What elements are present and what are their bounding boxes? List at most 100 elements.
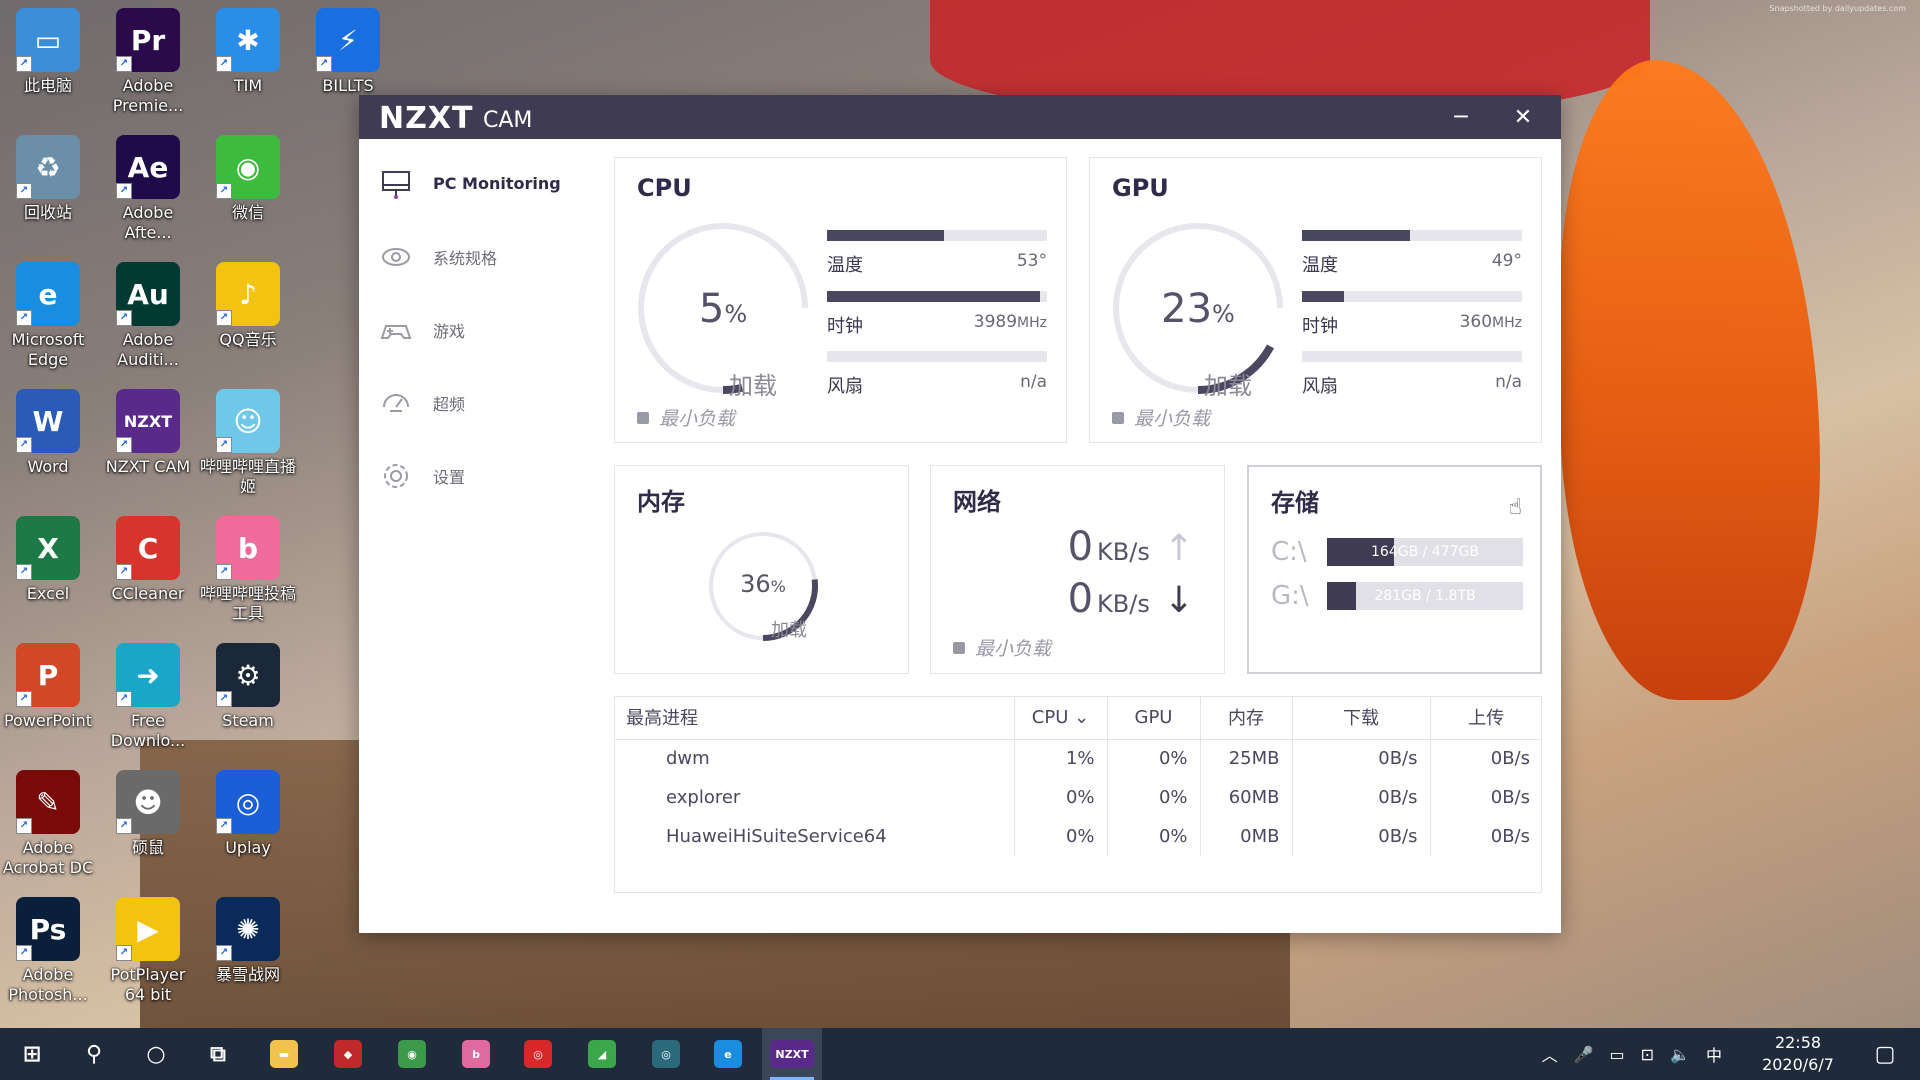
- qq-music-icon: ♪ ↗: [216, 262, 280, 326]
- desktop-icon[interactable]: P ↗ PowerPoint: [0, 643, 96, 731]
- netease-music-taskbar-button[interactable]: ◎: [508, 1028, 568, 1080]
- file-explorer-icon: ▬: [270, 1040, 298, 1068]
- cortana-taskbar-button[interactable]: ○: [126, 1028, 186, 1080]
- notification-icon[interactable]: ▢: [1860, 1028, 1910, 1080]
- desktop-icon[interactable]: ✱ ↗ TIM: [200, 8, 296, 96]
- table-row[interactable]: explorer 0% 0% 60MB 0B/s 0B/s: [614, 778, 1542, 817]
- minimize-button[interactable]: ─: [1431, 95, 1491, 139]
- drive-usage-text: 164GB / 477GB: [1371, 544, 1479, 560]
- desktop-icon[interactable]: e ↗ Microsoft Edge: [0, 262, 96, 370]
- desktop-icon[interactable]: C ↗ CCleaner: [100, 516, 196, 604]
- column-header-gpu[interactable]: GPU: [1107, 696, 1201, 740]
- after-effects-icon: Ae ↗: [116, 135, 180, 199]
- window-titlebar[interactable]: NZXT CAM ─ ✕: [359, 95, 1561, 139]
- table-row[interactable]: dwm 1% 0% 25MB 0B/s 0B/s: [614, 739, 1542, 778]
- bilibili-icon: b: [462, 1040, 490, 1068]
- sidebar-item-games[interactable]: 游戏: [359, 293, 599, 366]
- desktop-icon[interactable]: NZXT ↗ NZXT CAM: [100, 389, 196, 477]
- task-view-icon: ⧉: [210, 1041, 226, 1067]
- cpu-min-load-toggle[interactable]: 最小负载: [637, 404, 735, 431]
- app-circle-taskbar-button[interactable]: ◎: [636, 1028, 696, 1080]
- sidebar-item-overclock[interactable]: 超频: [359, 366, 599, 439]
- min-load-square-icon: [637, 411, 649, 424]
- desktop-icon[interactable]: W ↗ Word: [0, 389, 96, 477]
- process-gpu: 0%: [1107, 817, 1201, 856]
- desktop-icon[interactable]: Ps ↗ Adobe Photosh...: [0, 897, 96, 1005]
- input-method-icon[interactable]: 中: [1706, 1042, 1722, 1066]
- desktop-icon[interactable]: Pr ↗ Adobe Premie...: [100, 8, 196, 116]
- desktop-icon[interactable]: ☻ ↗ 硕鼠: [100, 770, 196, 858]
- app-red-taskbar-button[interactable]: ◆: [318, 1028, 378, 1080]
- battlenet-icon: ✺ ↗: [216, 897, 280, 961]
- bar-fill: [827, 291, 1041, 302]
- desktop-icon[interactable]: ▭ ↗ 此电脑: [0, 8, 96, 96]
- desktop-icon-label: Adobe Photosh...: [8, 965, 88, 1004]
- edge-taskbar-button[interactable]: e: [698, 1028, 758, 1080]
- sidebar-item-label: 超频: [433, 394, 466, 414]
- network-min-load-toggle[interactable]: 最小负载: [953, 634, 1051, 661]
- chrome-taskbar-button[interactable]: ◉: [382, 1028, 442, 1080]
- stat-value: n/a: [1495, 372, 1522, 392]
- shortcut-arrow-icon: ↗: [116, 818, 132, 834]
- desktop-icon[interactable]: ⚙ ↗ Steam: [200, 643, 296, 731]
- cpu-clock-bar: [827, 291, 1047, 302]
- desktop-icon[interactable]: Au ↗ Adobe Auditi...: [100, 262, 196, 370]
- stat-label: 时钟: [827, 316, 863, 337]
- desktop-icon[interactable]: ☺ ↗ 哔哩哔哩直播姬: [200, 389, 296, 497]
- desktop-icon[interactable]: ⚡ ↗ BILLTS: [300, 8, 396, 96]
- gpu-load-value: 23%: [1161, 286, 1235, 332]
- tray-overflow-icon[interactable]: ︿: [1542, 1042, 1558, 1066]
- desktop-icon-label: TIM: [233, 76, 263, 95]
- gpu-temp-stat: 温度 49°: [1302, 230, 1522, 277]
- desktop-icon[interactable]: ♻ ↗ 回收站: [0, 135, 96, 223]
- app-green-taskbar-button[interactable]: ◢: [572, 1028, 632, 1080]
- sidebar-item-pc-monitoring[interactable]: PC Monitoring: [359, 147, 599, 220]
- task-view-taskbar-button[interactable]: ⧉: [188, 1028, 248, 1080]
- desktop-icon[interactable]: ✺ ↗ 暴雪战网: [200, 897, 296, 985]
- file-explorer-taskbar-button[interactable]: ▬: [254, 1028, 314, 1080]
- shortcut-arrow-icon: ↗: [16, 437, 32, 453]
- search-taskbar-button[interactable]: ⚲: [64, 1028, 124, 1080]
- desktop-icon[interactable]: ◉ ↗ 微信: [200, 135, 296, 223]
- column-header-cpu[interactable]: CPU ⌄: [1014, 696, 1108, 740]
- windows-start-taskbar-button[interactable]: ⊞: [2, 1028, 62, 1080]
- microphone-icon[interactable]: 🎤: [1574, 1045, 1594, 1064]
- table-row[interactable]: HuaweiHiSuiteService64 0% 0% 0MB 0B/s 0B…: [614, 817, 1542, 856]
- close-button[interactable]: ✕: [1493, 95, 1553, 139]
- desktop-icon[interactable]: b ↗ 哔哩哔哩投稿工具: [200, 516, 296, 624]
- column-header-upload[interactable]: 上传: [1430, 696, 1542, 740]
- stat-label: 风扇: [827, 376, 863, 397]
- process-name: dwm: [614, 739, 1015, 778]
- bilibili-taskbar-button[interactable]: b: [446, 1028, 506, 1080]
- desktop-icon[interactable]: Ae ↗ Adobe Afte...: [100, 135, 196, 243]
- desktop-icon[interactable]: ✎ ↗ Adobe Acrobat DC: [0, 770, 96, 878]
- desktop-icon[interactable]: ▶ ↗ PotPlayer 64 bit: [100, 897, 196, 1005]
- sidebar-item-system-specs[interactable]: 系统规格: [359, 220, 599, 293]
- column-header-memory[interactable]: 内存: [1200, 696, 1293, 740]
- nzxt-cam-taskbar-button[interactable]: NZXT: [762, 1028, 822, 1080]
- arrow-up-icon: ↑: [1163, 528, 1194, 569]
- memory-load-label: 加载: [771, 620, 807, 641]
- desktop-icon[interactable]: ♪ ↗ QQ音乐: [200, 262, 296, 350]
- edge-icon: e ↗: [16, 262, 80, 326]
- column-header-process[interactable]: 最高进程: [614, 696, 1015, 740]
- process-cpu: 0%: [1014, 778, 1108, 817]
- column-header-download[interactable]: 下载: [1292, 696, 1431, 740]
- shortcut-arrow-icon: ↗: [116, 691, 132, 707]
- network-icon[interactable]: ⊡: [1641, 1045, 1654, 1064]
- desktop-icon[interactable]: ➜ ↗ Free Downlo...: [100, 643, 196, 751]
- taskbar-clock[interactable]: 22:58 2020/6/7: [1748, 1032, 1848, 1076]
- storage-card[interactable]: 存储 C:\ 164GB / 477GB G:\ 281GB / 1.8TB ☝: [1247, 465, 1542, 674]
- desktop-icon[interactable]: ◎ ↗ Uplay: [200, 770, 296, 858]
- volume-icon[interactable]: 🔈: [1670, 1045, 1690, 1064]
- desktop-icon-label: PowerPoint: [3, 711, 93, 730]
- gpu-min-load-toggle[interactable]: 最小负载: [1112, 404, 1210, 431]
- sidebar-item-settings[interactable]: 设置: [359, 439, 599, 512]
- stat-value: n/a: [1020, 372, 1047, 392]
- desktop-icon-label: 哔哩哔哩直播姬: [200, 457, 297, 496]
- desktop-icon-label: Excel: [26, 584, 70, 603]
- app-red-icon: ◆: [334, 1040, 362, 1068]
- desktop-icon[interactable]: X ↗ Excel: [0, 516, 96, 604]
- memory-card: 内存 36% 加载: [614, 465, 909, 674]
- battery-icon[interactable]: ▭: [1610, 1045, 1625, 1064]
